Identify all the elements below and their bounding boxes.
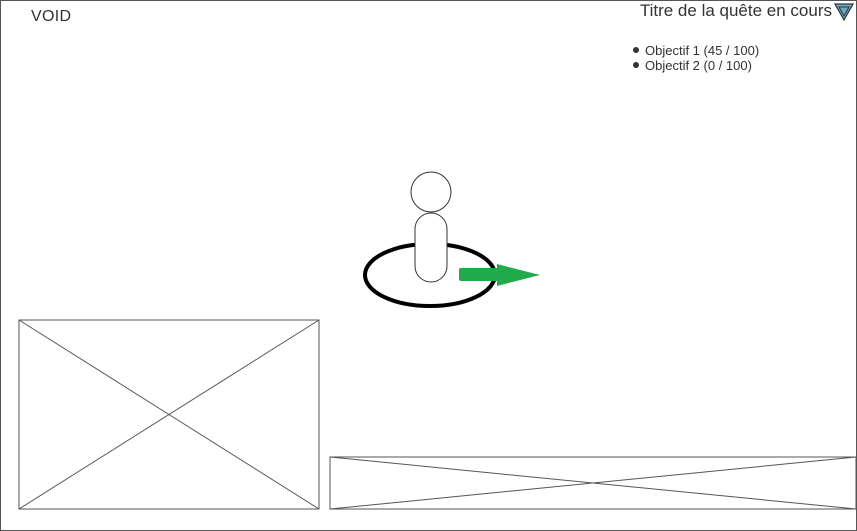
- game-scene: [18, 171, 857, 510]
- player-head: [410, 171, 452, 213]
- left-panel-placeholder: [18, 319, 320, 510]
- action-bar-placeholder: [329, 456, 857, 510]
- player-character[interactable]: [410, 171, 452, 283]
- player-body: [414, 212, 448, 283]
- arrow-right-icon: [459, 264, 540, 286]
